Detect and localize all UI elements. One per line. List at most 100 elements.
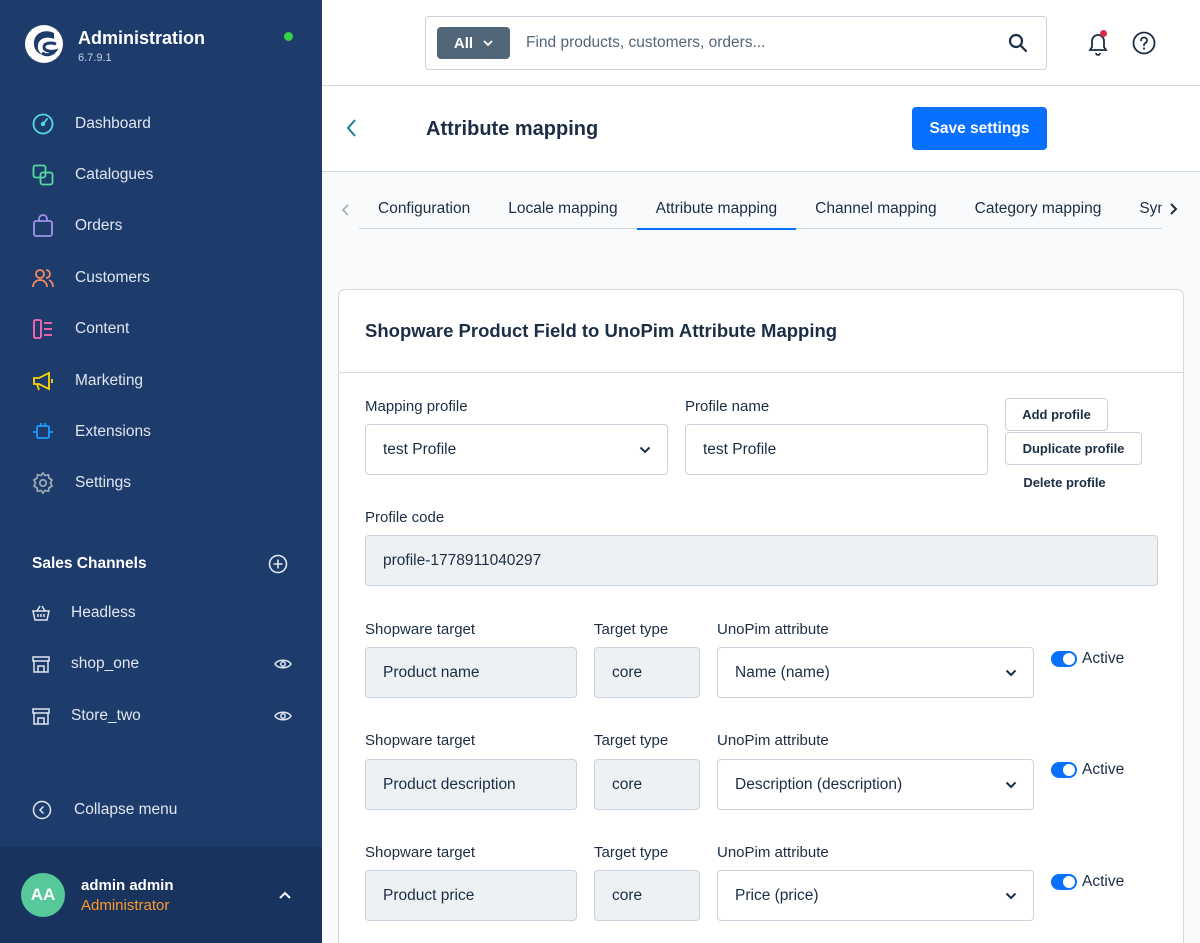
active-toggle[interactable]: [1051, 651, 1077, 667]
nav-label: Orders: [75, 217, 123, 235]
duplicate-profile-button[interactable]: Duplicate profile: [1005, 432, 1142, 465]
shopware-target-label: Shopware target: [365, 621, 476, 638]
sidebar: Administration 6.7.9.1 Dashboard Catalog…: [0, 0, 322, 943]
shopware-logo-icon: [25, 25, 63, 63]
attribute-mapping-card: Shopware Product Field to UnoPim Attribu…: [338, 289, 1184, 943]
nav-label: Extensions: [75, 423, 151, 441]
sales-channels-header: Sales Channels: [32, 554, 288, 574]
user-menu[interactable]: AA admin admin Administrator: [0, 847, 322, 943]
sales-channel-label: shop_one: [71, 655, 140, 673]
mapping-profile-value: test Profile: [383, 440, 457, 458]
brand: Administration 6.7.9.1: [24, 24, 205, 64]
sales-channel-label: Headless: [71, 603, 136, 621]
active-toggle[interactable]: [1051, 874, 1077, 890]
target-type-label: Target type: [594, 621, 669, 638]
sales-channel-shop-one[interactable]: shop_one: [0, 639, 322, 691]
search-type-dropdown[interactable]: All: [437, 27, 510, 59]
search-icon: [1008, 33, 1028, 53]
orders-icon: [31, 214, 55, 238]
chevron-down-icon: [1005, 781, 1017, 788]
active-label: Active: [1082, 761, 1125, 778]
unopim-attribute-label: UnoPim attribute: [717, 621, 829, 638]
save-settings-button[interactable]: Save settings: [912, 107, 1047, 150]
tab-bar: Configuration Locale mapping Attribute m…: [322, 172, 1200, 232]
tab-scroll-left-icon[interactable]: [341, 203, 351, 217]
active-label: Active: [1082, 650, 1125, 667]
card-header: Shopware Product Field to UnoPim Attribu…: [339, 290, 1183, 373]
active-label: Active: [1082, 873, 1125, 890]
extensions-icon: [31, 420, 55, 444]
app-title: Administration: [78, 28, 206, 48]
unopim-attribute-label: UnoPim attribute: [717, 732, 829, 749]
help-icon: [1132, 31, 1156, 55]
nav-item-extensions[interactable]: Extensions: [0, 406, 322, 457]
tab-sync[interactable]: Sync: [1120, 172, 1162, 230]
shopware-target-label: Shopware target: [365, 844, 476, 861]
tab-channel-mapping[interactable]: Channel mapping: [796, 172, 956, 230]
nav-item-marketing[interactable]: Marketing: [0, 355, 322, 406]
chevron-left-circle-icon: [32, 800, 52, 820]
marketing-icon: [31, 369, 55, 393]
eye-icon[interactable]: [274, 710, 292, 722]
target-type-label: Target type: [594, 732, 669, 749]
app-version: 6.7.9.1: [78, 52, 112, 64]
target-type-field: core: [594, 870, 700, 921]
sales-channels-title: Sales Channels: [32, 555, 147, 572]
help-button[interactable]: [1132, 31, 1156, 55]
nav-label: Catalogues: [75, 166, 154, 184]
sales-channel-headless[interactable]: Headless: [0, 587, 322, 639]
back-button[interactable]: [342, 116, 362, 140]
unopim-attribute-select[interactable]: Price (price): [717, 870, 1034, 921]
top-bar: All: [322, 0, 1200, 86]
chevron-down-icon: [483, 39, 493, 46]
notifications-button[interactable]: [1084, 29, 1112, 57]
catalogue-icon: [31, 163, 55, 187]
sales-channel-list: Headless shop_one Store_two: [0, 587, 322, 742]
main-nav: Dashboard Catalogues Orders Customers Co…: [0, 98, 322, 509]
tab-locale-mapping[interactable]: Locale mapping: [489, 172, 636, 230]
tab-attribute-mapping[interactable]: Attribute mapping: [636, 172, 797, 230]
tab-scroll-right-icon[interactable]: [1168, 202, 1178, 216]
sales-channel-label: Store_two: [71, 706, 141, 724]
nav-item-customers[interactable]: Customers: [0, 252, 322, 303]
nav-label: Customers: [75, 268, 150, 286]
add-profile-button[interactable]: Add profile: [1005, 398, 1108, 431]
settings-icon: [31, 471, 55, 495]
shopware-target-field: Product name: [365, 647, 577, 698]
tab-configuration[interactable]: Configuration: [359, 172, 489, 230]
tab-category-mapping[interactable]: Category mapping: [956, 172, 1121, 230]
chevron-down-icon: [1005, 892, 1017, 899]
profile-name-input[interactable]: test Profile: [685, 424, 988, 475]
profile-code-label: Profile code: [365, 509, 445, 526]
unopim-attribute-value: Description (description): [735, 775, 903, 793]
active-toggle[interactable]: [1051, 762, 1077, 778]
unopim-attribute-select[interactable]: Name (name): [717, 647, 1034, 698]
search-button[interactable]: [998, 23, 1038, 63]
shopware-target-label: Shopware target: [365, 732, 476, 749]
nav-item-orders[interactable]: Orders: [0, 201, 322, 252]
collapse-menu-button[interactable]: Collapse menu: [32, 800, 177, 820]
user-role: Administrator: [81, 896, 170, 914]
add-sales-channel-icon[interactable]: [268, 554, 288, 574]
eye-icon[interactable]: [274, 658, 292, 670]
sales-channel-store-two[interactable]: Store_two: [0, 690, 322, 742]
delete-profile-button[interactable]: Delete profile: [1005, 466, 1124, 499]
nav-item-catalogues[interactable]: Catalogues: [0, 149, 322, 200]
unopim-attribute-value: Price (price): [735, 886, 819, 904]
nav-label: Dashboard: [75, 114, 151, 132]
chevron-up-icon[interactable]: [278, 890, 292, 900]
unopim-attribute-select[interactable]: Description (description): [717, 759, 1034, 810]
search-input[interactable]: [526, 34, 998, 52]
nav-label: Settings: [75, 474, 132, 492]
basket-icon: [32, 605, 50, 621]
profile-code-field: profile-1778911040297: [365, 535, 1158, 586]
global-search: All: [425, 16, 1047, 70]
nav-item-dashboard[interactable]: Dashboard: [0, 98, 322, 149]
mapping-profile-select[interactable]: test Profile: [365, 424, 668, 475]
nav-item-settings[interactable]: Settings: [0, 458, 322, 509]
shopware-target-field: Product price: [365, 870, 577, 921]
avatar: AA: [21, 873, 65, 917]
nav-item-content[interactable]: Content: [0, 304, 322, 355]
unopim-attribute-label: UnoPim attribute: [717, 844, 829, 861]
shopware-target-field: Product description: [365, 759, 577, 810]
